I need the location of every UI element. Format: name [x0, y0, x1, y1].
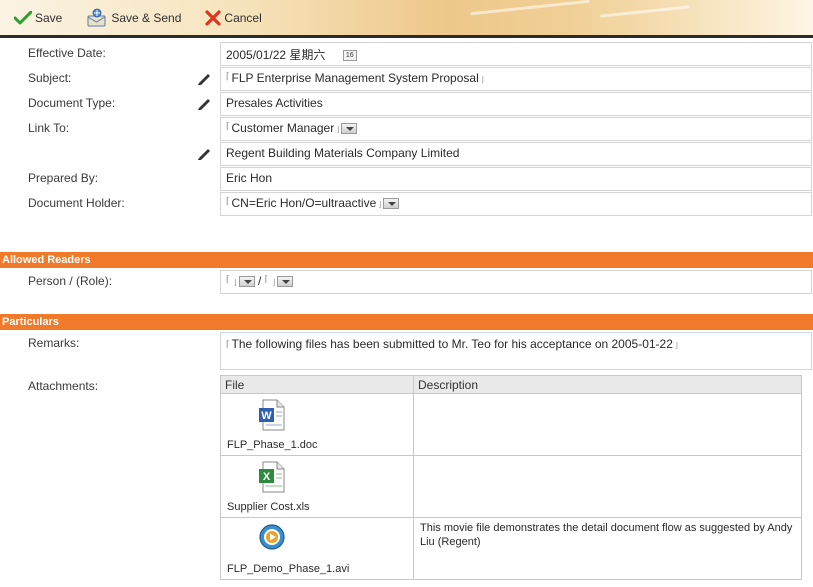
checkmark-icon [14, 10, 32, 24]
field-end-marker: ⌋ [480, 75, 484, 84]
attachment-file-cell[interactable]: X Supplier Cost.xls [220, 455, 414, 518]
prepared-by-value: Eric Hon [226, 171, 273, 185]
field-end-marker: ⌋ [336, 125, 340, 134]
save-send-button-label: Save & Send [111, 10, 182, 25]
effective-date-label: Effective Date: [28, 46, 106, 60]
link-to-label: Link To: [28, 121, 70, 135]
calendar-icon[interactable]: 16 [342, 50, 357, 62]
table-row: FLP_Demo_Phase_1.avi This movie file dem… [220, 517, 802, 580]
attachments-table: File Description W FLP_Phase_1.doc X Sup… [220, 375, 802, 580]
person-dropdown-icon[interactable] [238, 276, 255, 288]
save-button-label: Save [35, 10, 63, 25]
field-end-marker: ⌋ [674, 341, 679, 350]
svg-text:W: W [261, 410, 272, 422]
subject-field[interactable]: ⌈ FLP Enterprise Management System Propos… [220, 67, 812, 91]
action-toolbar: Save Save & Send Cancel [0, 0, 813, 38]
document-type-label: Document Type: [28, 96, 116, 110]
field-end-marker: ⌋ [272, 278, 276, 287]
field-start-marker: ⌈ [226, 196, 230, 206]
cancel-button-label: Cancel [224, 10, 262, 25]
person-role-row: Person / (Role): ⌈ ⌋ / ⌈ ⌋ [22, 270, 812, 294]
attachments-container: File Description W FLP_Phase_1.doc X Sup… [220, 375, 812, 585]
save-send-icon [87, 8, 106, 26]
particulars-header: Particulars [0, 314, 813, 330]
attachment-file-cell[interactable]: W FLP_Phase_1.doc [220, 393, 414, 456]
effective-date-field[interactable]: 2005/01/22 星期六 16 [220, 42, 812, 66]
document-type-value: Presales Activities [226, 96, 323, 110]
document-type-label-cell: Document Type: [22, 92, 220, 116]
field-end-marker: ⌋ [378, 200, 382, 209]
pen-icon [198, 99, 210, 110]
link-to-field[interactable]: ⌈ Customer Manager ⌋ [220, 117, 812, 141]
person-role-field[interactable]: ⌈ ⌋ / ⌈ ⌋ [220, 270, 812, 294]
video-file-icon[interactable] [257, 522, 287, 552]
document-holder-label: Document Holder: [28, 196, 125, 210]
prepared-by-label: Prepared By: [28, 171, 99, 185]
remarks-label: Remarks: [28, 336, 80, 350]
remarks-row: Remarks: ⌈ The following files has been s… [22, 332, 812, 370]
remarks-value: The following files has been submitted t… [231, 337, 673, 351]
field-start-marker: ⌈ [264, 274, 269, 284]
attachment-description-cell: This movie file demonstrates the detail … [413, 517, 802, 580]
excel-spreadsheet-icon[interactable]: X [257, 460, 287, 494]
cancel-button[interactable]: Cancel [205, 9, 262, 26]
table-row: W FLP_Phase_1.doc [220, 393, 802, 456]
pen-icon [198, 74, 210, 85]
dropdown-arrow-icon[interactable] [341, 123, 358, 135]
table-row: X Supplier Cost.xls [220, 455, 802, 518]
person-role-separator: / [257, 274, 262, 288]
attachment-filename[interactable]: Supplier Cost.xls [227, 501, 310, 513]
prepared-by-row: Prepared By: Eric Hon [22, 167, 812, 191]
attachment-filename[interactable]: FLP_Demo_Phase_1.avi [227, 563, 349, 575]
description-column-header: Description [413, 375, 802, 394]
document-holder-field[interactable]: ⌈ CN=Eric Hon/O=ultraactive ⌋ [220, 192, 812, 216]
person-role-label: Person / (Role): [28, 274, 113, 288]
link-company-field[interactable]: Regent Building Materials Company Limite… [220, 142, 812, 166]
field-start-marker: ⌈ [226, 274, 230, 284]
attachment-file-cell[interactable]: FLP_Demo_Phase_1.avi [220, 517, 414, 580]
role-dropdown-icon[interactable] [277, 276, 294, 288]
field-end-marker: ⌋ [233, 278, 237, 287]
svg-text:X: X [263, 471, 271, 483]
document-type-row: Document Type: Presales Activities [22, 92, 812, 116]
toolbar-decoration [600, 5, 690, 18]
pen-icon [198, 149, 210, 160]
attachments-row: Attachments: File Description W FLP_Phas… [22, 375, 812, 585]
effective-date-value: 2005/01/22 星期六 [226, 48, 326, 62]
file-column-header: File [220, 375, 414, 394]
effective-date-row: Effective Date: 2005/01/22 星期六 16 [22, 42, 812, 66]
close-icon [205, 9, 222, 26]
subject-value: FLP Enterprise Management System Proposa… [231, 71, 479, 85]
link-to-row: Link To: ⌈ Customer Manager ⌋ [22, 117, 812, 141]
link-company-value: Regent Building Materials Company Limite… [226, 146, 460, 160]
field-start-marker: ⌈ [226, 121, 230, 131]
allowed-readers-header: Allowed Readers [0, 252, 813, 268]
word-document-icon[interactable]: W [257, 398, 287, 432]
allowed-readers-form: Person / (Role): ⌈ ⌋ / ⌈ ⌋ [22, 270, 812, 295]
attachment-description-cell [413, 393, 802, 456]
document-holder-value: CN=Eric Hon/O=ultraactive [231, 196, 377, 210]
attachment-filename[interactable]: FLP_Phase_1.doc [227, 439, 318, 451]
document-form: Effective Date: 2005/01/22 星期六 16 Subjec… [22, 42, 812, 217]
particulars-form: Remarks: ⌈ The following files has been s… [22, 332, 812, 586]
toolbar-decoration [470, 0, 590, 16]
remarks-field[interactable]: ⌈ The following files has been submitted … [220, 332, 812, 370]
field-start-marker: ⌈ [226, 339, 230, 349]
dropdown-arrow-icon[interactable] [383, 198, 400, 210]
table-header-row: File Description [220, 375, 802, 394]
subject-label: Subject: [28, 71, 72, 85]
document-type-field[interactable]: Presales Activities [220, 92, 812, 116]
subject-row: Subject: ⌈ FLP Enterprise Management Syst… [22, 67, 812, 91]
link-to-value: Customer Manager [231, 121, 335, 135]
link-company-label-cell [22, 142, 220, 166]
attachments-label: Attachments: [28, 379, 99, 393]
field-start-marker: ⌈ [226, 71, 230, 81]
attachment-description-cell [413, 455, 802, 518]
document-holder-row: Document Holder: ⌈ CN=Eric Hon/O=ultraact… [22, 192, 812, 216]
subject-label-cell: Subject: [22, 67, 220, 91]
link-company-row: Regent Building Materials Company Limite… [22, 142, 812, 166]
prepared-by-field[interactable]: Eric Hon [220, 167, 812, 191]
save-button[interactable]: Save [14, 10, 63, 25]
save-send-button[interactable]: Save & Send [86, 8, 181, 28]
